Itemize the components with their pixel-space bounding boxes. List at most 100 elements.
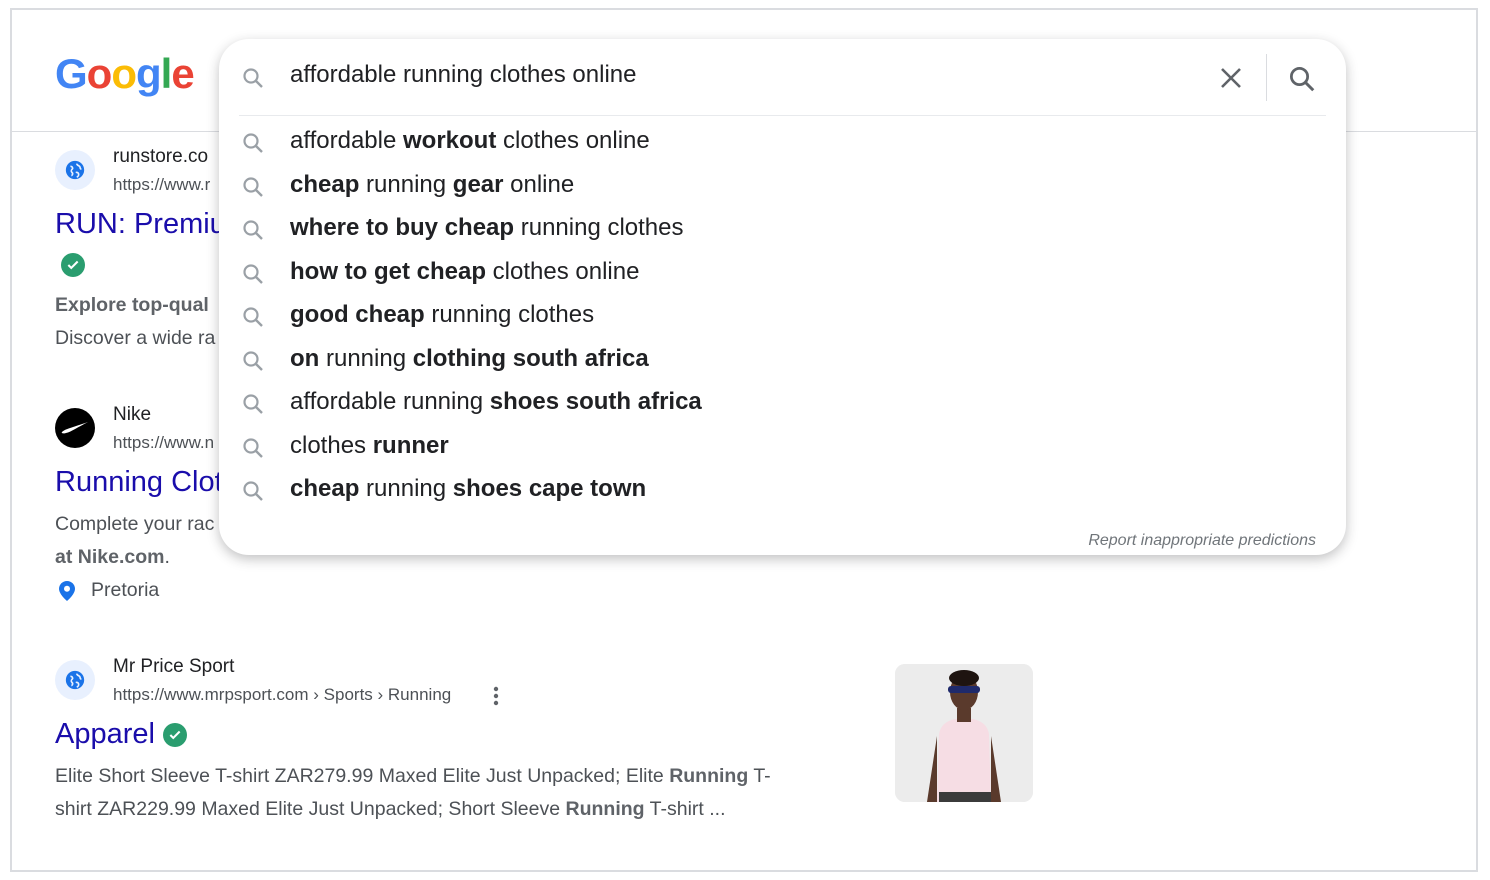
search-icon [241,218,265,247]
result-title-text[interactable]: Apparel [55,718,155,750]
search-submit-icon[interactable] [1287,64,1317,99]
snippet-text: Discover a wide ra [55,327,216,349]
suggestion-text: good cheap running clothes [290,301,594,329]
suggestion-text: on running clothing south africa [290,345,649,373]
result-title[interactable]: RUN: Premiu [55,208,226,241]
search-icon [241,392,265,421]
text-bold: gear [452,170,504,198]
snippet-bold: at Nike.com [55,546,165,568]
logo-letter: g [135,50,162,97]
text-bold: shoes cape town [452,475,647,502]
text-bold: Running [565,798,645,820]
more-options-icon[interactable] [493,686,499,711]
text: clothes online [496,127,650,154]
search-box[interactable]: affordable running clothes online [219,39,1346,115]
globe-icon [55,660,95,700]
text: running clothes [424,301,595,328]
verified-icon [61,253,85,277]
snippet-end: . [164,546,170,568]
suggestion-item[interactable]: on running clothing south africa [219,339,1346,382]
text: running clothes [514,214,684,241]
suggestion-item[interactable]: affordable workout clothes online [219,121,1346,164]
snippet-line: shirt ZAR229.99 Maxed Elite Just Unpacke… [55,798,725,820]
result-title[interactable]: Apparel [55,718,188,751]
search-icon [241,262,265,291]
suggestion-text: cheap running gear online [290,171,574,199]
text-bold: shoes south africa [489,388,702,415]
search-icon [241,305,265,334]
logo-letter: o [86,50,113,97]
suggestion-item[interactable]: where to buy cheap running clothes [219,208,1346,251]
site-name[interactable]: Nike [113,404,151,426]
text-bold: good cheap [290,301,425,328]
search-icon [241,131,265,160]
result-snippet: Explore top-qual Discover a wide ra [55,289,215,355]
text-bold: cheap [290,170,360,198]
text: running [359,475,453,502]
verified-icon [163,723,188,748]
search-icon [241,436,265,465]
result-snippet: Complete your rac at Nike.com. [55,508,214,574]
result-snippet: Elite Short Sleeve T-shirt ZAR279.99 Max… [55,760,771,826]
text: T-shirt ... [644,798,726,820]
text: Elite Short Sleeve T-shirt ZAR279.99 Max… [55,765,670,787]
logo-letter: e [171,50,194,97]
suggestion-text: affordable running shoes south africa [290,388,702,416]
result-title[interactable]: Running Clot [55,466,223,499]
search-icon [241,66,265,95]
result-thumbnail[interactable] [895,664,1033,802]
text-bold: Running [669,765,749,787]
snippet-line: Elite Short Sleeve T-shirt ZAR279.99 Max… [55,765,771,787]
logo-letter: l [160,50,173,97]
snippet-bold: Explore top-qual [55,294,209,316]
suggestion-text: clothes runner [290,432,449,460]
clear-icon[interactable] [1219,66,1243,95]
site-url[interactable]: https://www.n [113,433,214,453]
search-icon [241,479,265,508]
logo-letter: G [55,50,88,97]
search-input[interactable]: affordable running clothes online [290,61,636,89]
suggestion-text: where to buy cheap running clothes [290,214,684,242]
site-url[interactable]: https://www.r [113,175,210,195]
suggestion-item[interactable]: good cheap running clothes [219,295,1346,338]
suggestion-item[interactable]: how to get cheap clothes online [219,252,1346,295]
text: affordable running [290,388,490,415]
divider [1266,54,1267,101]
globe-icon [55,150,95,190]
text-bold: how to get cheap [290,257,487,285]
suggestion-text: how to get cheap clothes online [290,258,639,286]
nike-logo-icon [55,408,95,448]
logo-letter: o [111,50,137,97]
suggestion-item[interactable]: cheap running gear online [219,165,1346,208]
suggestion-text: affordable workout clothes online [290,127,650,155]
snippet-line: Complete your rac [55,513,215,535]
search-icon [241,175,265,204]
text: shirt ZAR229.99 Maxed Elite Just Unpacke… [55,798,566,820]
text-bold: workout [402,127,497,154]
text: T- [748,765,771,787]
text-bold: runner [372,431,449,459]
suggestion-item[interactable]: cheap running shoes cape town [219,469,1346,512]
suggestion-item[interactable]: affordable running shoes south africa [219,382,1346,425]
text-bold: clothing south africa [412,344,649,372]
site-name[interactable]: runstore.co [113,146,208,168]
text: running [319,344,413,372]
text: affordable [290,127,403,154]
text-bold: cheap [290,475,360,502]
google-logo[interactable]: Google [55,48,195,100]
text: clothes [290,431,373,459]
report-link[interactable]: Report inappropriate predictions [1088,532,1316,550]
panel-divider [239,115,1326,116]
text: running [359,170,453,198]
location-label[interactable]: Pretoria [91,579,159,602]
suggestion-item[interactable]: clothes runner [219,426,1346,469]
site-url[interactable]: https://www.mrpsport.com › Sports › Runn… [113,685,451,705]
suggestion-text: cheap running shoes cape town [290,475,646,503]
location-pin-icon [59,581,75,606]
site-name[interactable]: Mr Price Sport [113,656,234,678]
search-icon [241,349,265,378]
text: online [503,170,575,198]
text-bold: on [290,344,320,372]
search-autocomplete-panel: affordable running clothes online afford… [219,39,1346,555]
text: clothes online [486,257,640,285]
